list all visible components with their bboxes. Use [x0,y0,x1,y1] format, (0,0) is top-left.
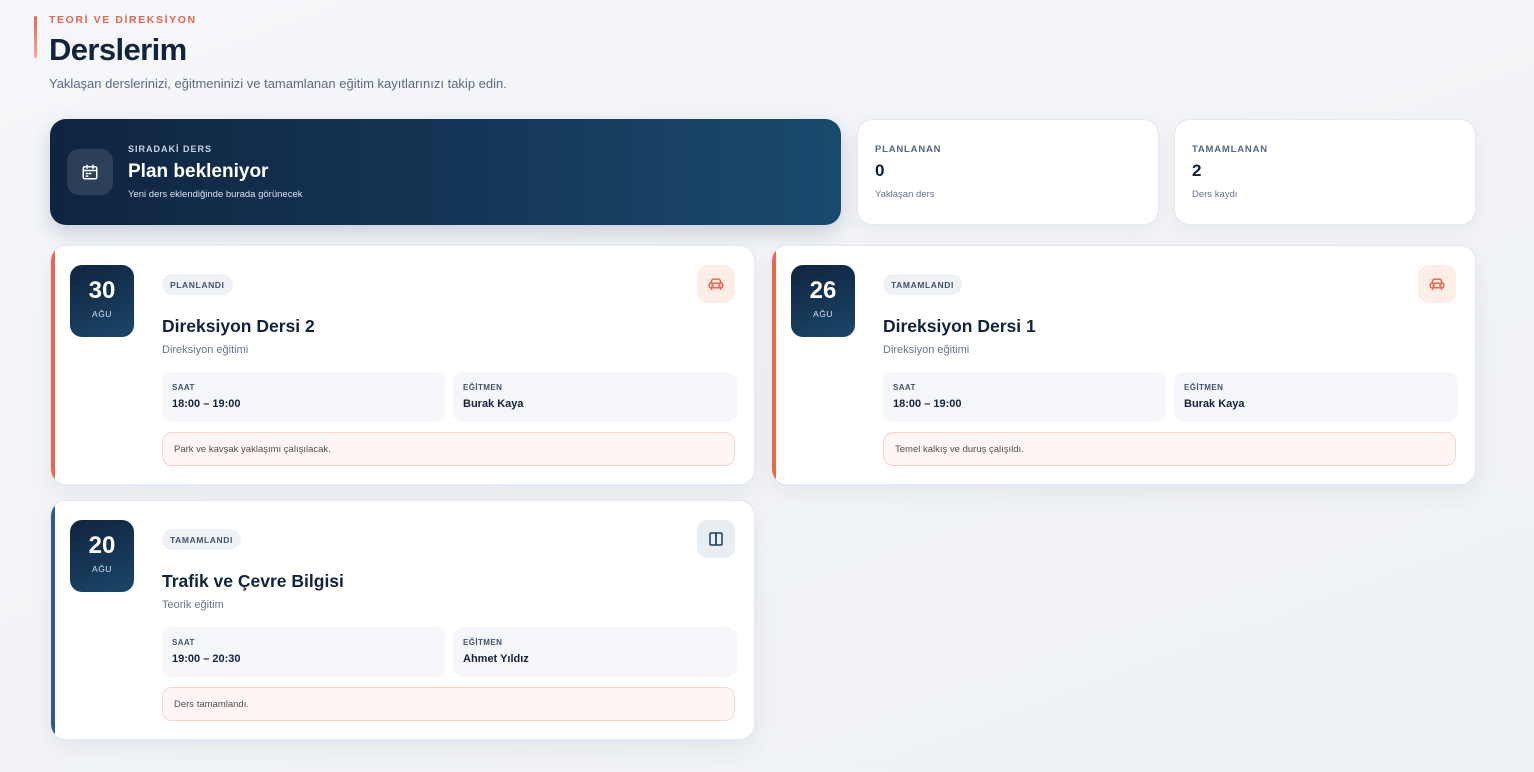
lesson-date: 20 AĞU [70,520,134,592]
lesson-type: Direksiyon eğitimi [162,344,249,356]
next-lesson-text: SIRADAKİ DERS Plan bekleniyor Yeni ders … [128,144,302,200]
page-header: TEORİ VE DİREKSİYON Derslerim [34,14,197,68]
time-value: 18:00 – 19:00 [893,398,962,410]
lesson-note: Park ve kavşak yaklaşımı çalışılacak. [162,432,735,466]
lesson-instructor-box: EĞİTMEN Burak Kaya [453,372,737,422]
lesson-instructor-box: EĞİTMEN Ahmet Yıldız [453,627,737,677]
instructor-value: Ahmet Yıldız [463,653,529,665]
lesson-date-day: 30 [88,277,116,304]
stat-sub: Yaklaşan ders [875,189,935,200]
lesson-type: Teorik eğitim [162,599,224,611]
car-icon [1418,265,1456,303]
instructor-value: Burak Kaya [1184,398,1245,410]
lesson-note: Temel kalkış ve duruş çalışıldı. [883,432,1456,466]
next-lesson-description: Yeni ders eklendiğinde burada görünecek [128,189,303,200]
lesson-title: Direksiyon Dersi 1 [883,316,1036,336]
lesson-date: 26 AĞU [791,265,855,337]
lesson-date-month: AĞU [92,309,112,319]
lesson-date: 30 AĞU [70,265,134,337]
page-eyebrow: TEORİ VE DİREKSİYON [49,14,197,26]
time-label: SAAT [172,638,195,647]
lesson-note: Ders tamamlandı. [162,687,735,721]
stat-value: 2 [1192,161,1202,180]
lesson-date-day: 20 [88,532,116,559]
stat-label: PLANLANAN [875,144,942,155]
instructor-label: EĞİTMEN [1184,383,1224,392]
lesson-time-box: SAAT 18:00 – 19:00 [883,372,1166,422]
time-label: SAAT [893,383,916,392]
instructor-value: Burak Kaya [463,398,524,410]
lesson-time-box: SAAT 18:00 – 19:00 [162,372,445,422]
stat-card-planned: PLANLANAN 0 Yaklaşan ders [857,119,1159,225]
instructor-label: EĞİTMEN [463,383,503,392]
lesson-accent-bar [772,246,776,484]
lessons-page: TEORİ VE DİREKSİYON Derslerim Yaklaşan d… [0,0,1534,772]
stat-label: TAMAMLANAN [1192,144,1268,155]
lesson-title: Direksiyon Dersi 2 [162,316,315,336]
next-lesson-card: SIRADAKİ DERS Plan bekleniyor Yeni ders … [50,119,841,225]
lesson-type: Direksiyon eğitimi [883,344,970,356]
instructor-label: EĞİTMEN [463,638,503,647]
status-badge: PLANLANDI [162,274,233,295]
lesson-instructor-box: EĞİTMEN Burak Kaya [1174,372,1458,422]
time-value: 18:00 – 19:00 [172,398,241,410]
lesson-accent-bar [51,246,55,484]
lesson-accent-bar [51,501,55,739]
stat-value: 0 [875,161,885,180]
calendar-icon [67,149,113,195]
page-subtitle: Yaklaşan derslerinizi, eğitmeninizi ve t… [49,76,507,91]
page-title: Derslerim [49,32,187,67]
next-lesson-eyebrow: SIRADAKİ DERS [128,144,213,154]
lesson-card[interactable]: 20 AĞU TAMAMLANDI Trafik ve Çevre Bilgis… [50,500,755,740]
lesson-title: Trafik ve Çevre Bilgisi [162,571,344,591]
lesson-date-day: 26 [809,277,837,304]
lesson-time-box: SAAT 19:00 – 20:30 [162,627,445,677]
stat-card-completed: TAMAMLANAN 2 Ders kaydı [1174,119,1476,225]
time-label: SAAT [172,383,195,392]
status-badge: TAMAMLANDI [162,529,241,550]
lesson-date-month: AĞU [813,309,833,319]
lesson-card[interactable]: 30 AĞU PLANLANDI Direksiyon Dersi 2 Dire… [50,245,755,485]
book-icon [697,520,735,558]
time-value: 19:00 – 20:30 [172,653,241,665]
status-badge: TAMAMLANDI [883,274,962,295]
next-lesson-title: Plan bekleniyor [128,161,269,182]
lesson-date-month: AĞU [92,564,112,574]
lesson-card[interactable]: 26 AĞU TAMAMLANDI Direksiyon Dersi 1 Dir… [771,245,1476,485]
stat-sub: Ders kaydı [1192,189,1238,200]
car-icon [697,265,735,303]
